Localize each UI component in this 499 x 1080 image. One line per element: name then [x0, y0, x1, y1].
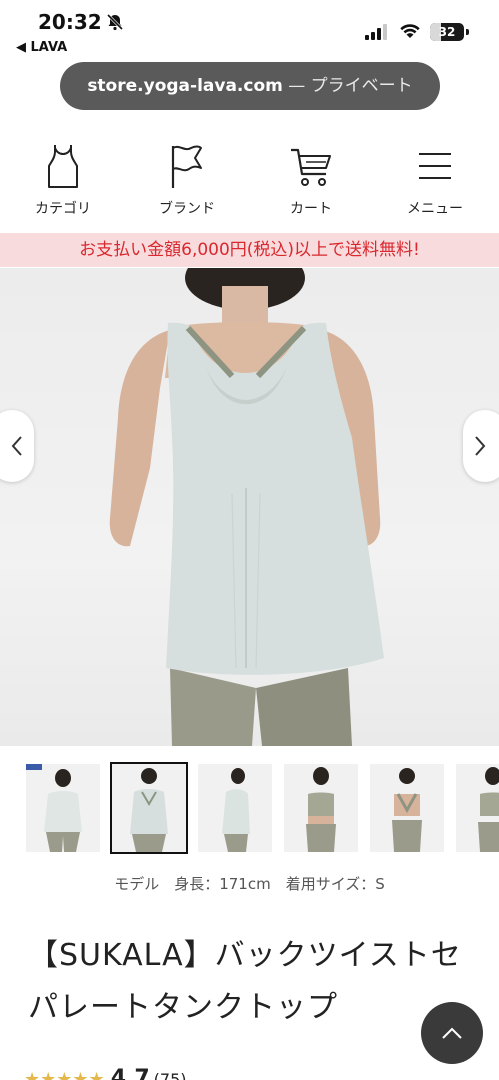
thumbnail-strip[interactable]	[24, 762, 499, 856]
battery-indicator: 32	[430, 23, 464, 41]
battery-cap	[466, 29, 469, 35]
gallery-next-button[interactable]	[463, 410, 499, 482]
nav-category[interactable]: カテゴリ	[8, 140, 118, 218]
thumbnail-3[interactable]	[198, 764, 272, 852]
model-photo-illustration	[109, 268, 384, 746]
thumbnail-4[interactable]	[284, 764, 358, 852]
free-shipping-banner[interactable]: お支払い金額6,000円(税込)以上で送料無料!	[0, 233, 499, 267]
thumbnail-image	[26, 764, 82, 852]
thumbnail-2[interactable]	[110, 762, 188, 854]
thumbnail-image	[392, 768, 422, 852]
thumbnail-1[interactable]	[26, 764, 100, 852]
thumbnail-5[interactable]	[370, 764, 444, 852]
thumbnail-6[interactable]	[456, 764, 499, 852]
thumbnail-image	[478, 767, 499, 852]
nav-brand[interactable]: ブランド	[132, 140, 242, 218]
status-bar: 20:32 ◀ LAVA 32	[0, 0, 499, 60]
flag-icon	[171, 145, 202, 188]
nav-menu-label: メニュー	[407, 201, 463, 217]
thumbnail-image	[130, 768, 168, 852]
site-nav: カテゴリ ブランド カート メニュー	[0, 140, 499, 230]
product-rating[interactable]: ★★★★★ 4.7 (75)	[24, 1066, 187, 1080]
tank-top-icon	[48, 145, 78, 188]
product-title: 【SUKALA】バックツイストセパレートタンクトップ	[28, 938, 462, 1025]
private-mode-label: — プライベート	[282, 76, 413, 96]
scroll-to-top-button[interactable]	[421, 1002, 483, 1064]
nav-cart[interactable]: カート	[256, 140, 366, 218]
address-domain: store.yoga-lava.com	[87, 76, 283, 96]
thumbnail-image	[306, 767, 336, 852]
back-to-app-link[interactable]: ◀ LAVA	[16, 40, 67, 55]
thumbnail-image	[222, 768, 250, 852]
nav-category-label: カテゴリ	[35, 201, 91, 217]
cart-icon	[291, 148, 331, 186]
nav-cart-label: カート	[290, 201, 332, 217]
gallery-prev-button[interactable]	[0, 410, 34, 482]
rating-value: 4.7	[110, 1066, 150, 1080]
nav-menu[interactable]: メニュー	[380, 140, 490, 218]
model-size-info: モデル 身長：171cm 着用サイズ：S	[114, 875, 385, 893]
chevron-left-icon	[11, 436, 22, 456]
cellular-signal-icon	[365, 24, 387, 40]
product-main-image[interactable]	[0, 268, 499, 746]
chevron-up-icon	[442, 1027, 462, 1039]
wifi-icon	[400, 24, 420, 38]
bell-muted-icon	[106, 13, 124, 31]
status-time: 20:32	[38, 10, 102, 34]
menu-icon	[419, 153, 451, 179]
address-bar[interactable]: store.yoga-lava.com — プライベート	[60, 62, 440, 110]
chevron-right-icon	[475, 436, 486, 456]
rating-count: (75)	[153, 1070, 187, 1080]
nav-brand-label: ブランド	[159, 201, 215, 217]
rating-stars-icon: ★★★★★	[24, 1069, 105, 1080]
